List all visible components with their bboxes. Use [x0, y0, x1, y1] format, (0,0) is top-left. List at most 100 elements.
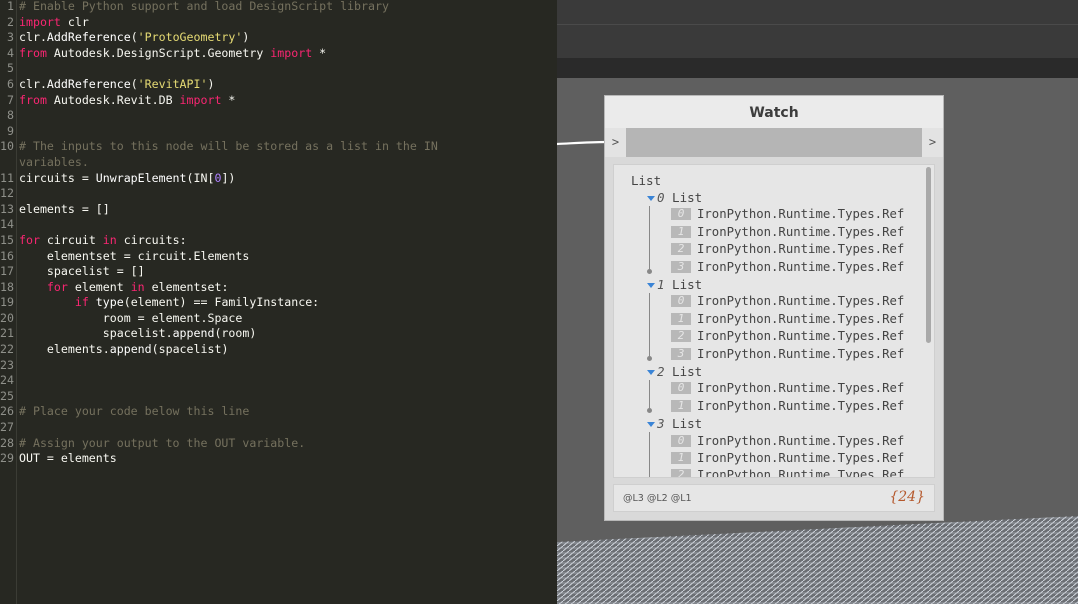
item-index: 1	[671, 452, 691, 464]
code-line[interactable]: 8	[0, 108, 438, 124]
list-item[interactable]: 2 IronPython.Runtime.Types.Ref	[671, 468, 905, 478]
code-token: import	[270, 45, 313, 60]
code-line[interactable]: 19 if type(element) == FamilyInstance:	[0, 295, 438, 311]
list-item[interactable]: 3 IronPython.Runtime.Types.Ref	[671, 260, 904, 275]
group-index: 0	[657, 190, 665, 205]
code-token: (room)	[214, 326, 257, 341]
expand-triangle-icon[interactable]	[647, 422, 655, 428]
list-levels[interactable]: @L3 @L2 @L1	[623, 493, 692, 504]
code-line[interactable]: 28 # Assign your output to the OUT variab…	[0, 436, 438, 452]
code-token: 'RevitAPI'	[137, 76, 208, 91]
code-line[interactable]: 3 clr.AddReference('ProtoGeometry')	[0, 30, 438, 46]
code-line[interactable]: 25	[0, 389, 438, 405]
code-line[interactable]: 2 import clr	[0, 15, 438, 31]
code-line[interactable]: 14	[0, 217, 438, 233]
line-number: 20	[0, 310, 14, 325]
item-index: 1	[671, 312, 691, 325]
list-item[interactable]: 0 IronPython.Runtime.Types.Ref	[671, 434, 904, 449]
line-number: 24	[0, 373, 14, 388]
code-token: clr.	[19, 30, 47, 45]
list-group-header[interactable]: 2 List	[647, 364, 702, 380]
list-item[interactable]: 1 IronPython.Runtime.Types.Ref	[671, 312, 904, 327]
list-item[interactable]: 0 IronPython.Runtime.Types.Ref	[671, 207, 904, 222]
code-line[interactable]: 21 spacelist.append(room)	[0, 326, 438, 342]
code-line[interactable]: 12	[0, 186, 438, 202]
code-token: ])	[221, 170, 236, 185]
list-item[interactable]: 0 IronPython.Runtime.Types.Ref	[671, 294, 904, 309]
canvas-top-area	[557, 0, 1078, 58]
code-line[interactable]: variables.	[0, 155, 438, 171]
code-line[interactable]: 5	[0, 61, 438, 77]
code-line[interactable]: 7 from Autodesk.Revit.DB import *	[0, 93, 438, 109]
input-port[interactable]: >	[605, 128, 626, 157]
code-token: circuits =	[19, 170, 96, 185]
item-value: IronPython.Runtime.Types.Ref	[697, 468, 905, 478]
code-token: *	[312, 45, 327, 60]
output-port[interactable]: >	[922, 128, 943, 157]
expand-triangle-icon[interactable]	[647, 196, 655, 201]
line-number: 15	[0, 232, 14, 247]
code-line[interactable]: 9	[0, 124, 438, 140]
tree-guide-line	[649, 293, 650, 358]
code-line[interactable]: 16 elementset = circuit.Elements	[0, 249, 438, 265]
line-number: 22	[0, 342, 14, 357]
code-line[interactable]: 20 room = element.Space	[0, 311, 438, 327]
line-number: 2	[7, 14, 14, 29]
code-line[interactable]: 13 elements = []	[0, 202, 438, 218]
code-token: # Enable Python support and load DesignS…	[19, 0, 389, 13]
code-token: element	[67, 279, 131, 294]
watch-node[interactable]: Watch > > List 0 List 0 IronPython.Runtime…	[604, 95, 944, 521]
list-group-header[interactable]: 3 List	[647, 416, 702, 432]
item-value: IronPython.Runtime.Types.Ref	[697, 259, 905, 274]
code-line[interactable]: 26 # Place your code below this line	[0, 404, 438, 420]
line-number: 19	[0, 295, 14, 310]
code-line[interactable]: 24	[0, 373, 438, 389]
code-line[interactable]: 10 # The inputs to this node will be stor…	[0, 139, 438, 155]
list-item[interactable]: 2 IronPython.Runtime.Types.Ref	[671, 329, 904, 344]
code-token: elementset = circuit.Elements	[19, 248, 250, 263]
list-group-header[interactable]: 0 List	[647, 190, 702, 206]
line-number: 17	[0, 264, 14, 279]
code-line[interactable]: 27	[0, 420, 438, 436]
code-line[interactable]: 4 from Autodesk.DesignScript.Geometry imp…	[0, 46, 438, 62]
list-item[interactable]: 2 IronPython.Runtime.Types.Ref	[671, 242, 904, 257]
watch-tree-view[interactable]: List 0 List 0 IronPython.Runtime.Types.Ref…	[613, 164, 935, 478]
item-index: 0	[671, 295, 691, 308]
code-line[interactable]: 11 circuits = UnwrapElement(IN[0])	[0, 171, 438, 187]
python-code-editor[interactable]: 1 # Enable Python support and load Design…	[0, 0, 557, 604]
code-line[interactable]: 18 for element in elementset:	[0, 280, 438, 296]
canvas-header-strip	[557, 58, 1078, 78]
code-line[interactable]: 23	[0, 358, 438, 374]
connector-wire[interactable]	[557, 130, 607, 160]
line-number: 28	[0, 435, 14, 450]
expand-triangle-icon[interactable]	[647, 370, 655, 375]
list-item[interactable]: 1 IronPython.Runtime.Types.Ref	[671, 451, 904, 466]
code-lines[interactable]: 1 # Enable Python support and load Design…	[0, 0, 438, 467]
list-item[interactable]: 3 IronPython.Runtime.Types.Ref	[671, 347, 904, 362]
tree-guide-end	[647, 356, 652, 361]
code-token: for	[19, 232, 40, 247]
line-number: 7	[7, 92, 14, 107]
list-group-header[interactable]: 1 List	[647, 277, 702, 293]
code-token: type	[95, 295, 124, 310]
code-token: append	[172, 326, 215, 341]
line-number: 21	[0, 326, 14, 341]
tree-guide-line	[649, 380, 650, 411]
expand-triangle-icon[interactable]	[647, 283, 655, 288]
vertical-scrollbar[interactable]	[926, 167, 931, 343]
list-item[interactable]: 0 IronPython.Runtime.Types.Ref	[671, 381, 904, 396]
code-line[interactable]: 17 spacelist = []	[0, 264, 438, 280]
list-item[interactable]: 1 IronPython.Runtime.Types.Ref	[671, 225, 904, 240]
code-token: Autodesk.DesignScript.Geometry	[46, 45, 271, 60]
group-index: 1	[657, 277, 665, 292]
line-number: 10	[0, 139, 14, 154]
line-number: 1	[7, 0, 14, 13]
code-line[interactable]: 6 clr.AddReference('RevitAPI')	[0, 77, 438, 93]
node-title[interactable]: Watch	[605, 96, 943, 128]
code-line[interactable]: 22 elements.append(spacelist)	[0, 342, 438, 358]
code-line[interactable]: 15 for circuit in circuits:	[0, 233, 438, 249]
code-line[interactable]: 29 OUT = elements	[0, 451, 438, 467]
code-line[interactable]: 1 # Enable Python support and load Design…	[0, 0, 438, 15]
list-item[interactable]: 1 IronPython.Runtime.Types.Ref	[671, 399, 904, 414]
